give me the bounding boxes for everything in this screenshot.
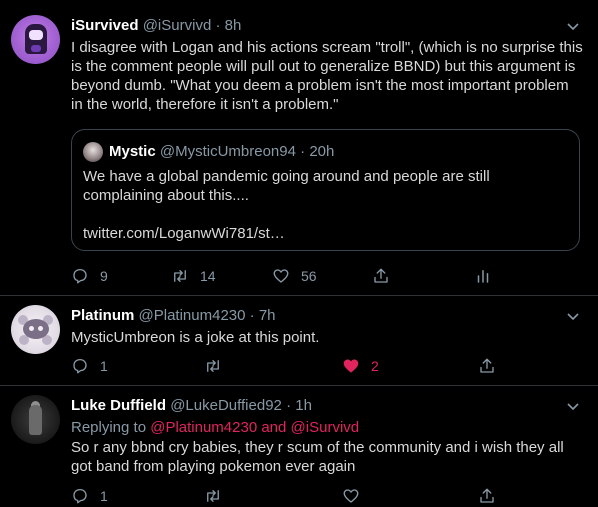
separator: · — [215, 17, 221, 34]
avatar-face — [29, 30, 43, 40]
like-icon — [273, 269, 289, 283]
avatar-figure — [23, 319, 49, 339]
reply-icon — [73, 488, 87, 504]
display-name[interactable]: Luke Duffield — [71, 397, 166, 414]
chevron-down-icon[interactable] — [565, 398, 581, 414]
avatar[interactable] — [11, 305, 60, 354]
quoted-tweet-text: We have a global pandemic going around a… — [83, 168, 490, 204]
reply-icon — [73, 268, 87, 284]
reply-count: 1 — [100, 358, 108, 374]
avatar[interactable] — [83, 142, 103, 162]
like-button[interactable]: 2 — [342, 356, 379, 376]
tweet-header: Luke Duffield @LukeDuffied92 · 1h — [71, 396, 568, 416]
chevron-down-icon[interactable] — [565, 308, 581, 324]
display-name[interactable]: Platinum — [71, 307, 134, 324]
timestamp[interactable]: 8h — [225, 17, 242, 34]
reply-button[interactable]: 1 — [71, 356, 108, 376]
reply-button[interactable]: 9 — [71, 266, 108, 286]
reply-count: 9 — [100, 268, 108, 284]
retweet-icon — [174, 270, 186, 282]
retweet-icon — [207, 360, 219, 372]
quoted-tweet[interactable]: Mystic @MysticUmbreon94 · 20h We have a … — [71, 129, 580, 251]
analytics-button[interactable] — [474, 266, 492, 286]
display-name: Mystic — [109, 143, 156, 160]
timestamp[interactable]: 7h — [259, 307, 276, 324]
replying-to: Replying to @Platinum4230 and @iSurvivd — [71, 418, 359, 437]
quoted-tweet-header: Mystic @MysticUmbreon94 · 20h — [109, 142, 334, 162]
tweet-header: Platinum @Platinum4230 · 7h — [71, 306, 568, 326]
separator: · — [286, 397, 292, 414]
timeline: iSurvived @iSurvivd · 8h I disagree with… — [0, 0, 598, 507]
avatar[interactable] — [11, 395, 60, 444]
like-icon-filled — [343, 359, 359, 373]
timestamp[interactable]: 1h — [295, 397, 312, 414]
user-handle: @MysticUmbreon94 — [159, 143, 296, 160]
quoted-tweet-link[interactable]: twitter.com/LoganwWi781/st… — [83, 224, 285, 243]
like-button[interactable] — [342, 486, 360, 506]
reply-count: 1 — [100, 488, 108, 504]
tweet-actions: 1 — [71, 486, 598, 506]
like-button[interactable]: 56 — [272, 266, 317, 286]
replying-prefix: Replying to — [71, 419, 151, 436]
avatar-eye — [29, 326, 34, 331]
avatar-accent — [31, 45, 41, 52]
chevron-down-icon[interactable] — [565, 18, 581, 34]
like-icon — [343, 489, 359, 503]
reply-button[interactable]: 1 — [71, 486, 108, 506]
replying-to-mentions[interactable]: @Platinum4230 and @iSurvivd — [150, 419, 359, 436]
user-handle[interactable]: @Platinum4230 — [139, 307, 246, 324]
share-icon — [480, 488, 494, 503]
share-button[interactable] — [478, 356, 496, 376]
tweet-actions: 9 14 56 — [71, 266, 598, 286]
avatar-figure — [29, 405, 42, 435]
avatar-eye — [38, 326, 43, 331]
separator: · — [249, 307, 255, 324]
analytics-icon — [477, 270, 489, 283]
tweet-header: iSurvived @iSurvivd · 8h — [71, 16, 568, 36]
tweet-text: So r any bbnd cry babies, they r scum of… — [71, 439, 564, 475]
reply-icon — [73, 358, 87, 374]
user-handle[interactable]: @LukeDuffied92 — [170, 397, 282, 414]
retweet-button[interactable]: 14 — [171, 266, 216, 286]
share-icon — [480, 358, 494, 373]
retweet-button[interactable] — [204, 486, 222, 506]
display-name[interactable]: iSurvived — [71, 17, 139, 34]
tweet-text: MysticUmbreon is a joke at this point. — [71, 329, 320, 346]
avatar[interactable] — [11, 15, 60, 64]
retweet-button[interactable] — [204, 356, 222, 376]
user-handle[interactable]: @iSurvivd — [143, 17, 212, 34]
tweet-actions: 1 2 — [71, 356, 598, 376]
like-count: 2 — [371, 358, 379, 374]
share-button[interactable] — [478, 486, 496, 506]
retweet-count: 14 — [200, 268, 216, 284]
like-count: 56 — [301, 268, 317, 284]
separator: · — [300, 143, 306, 160]
retweet-icon — [207, 490, 219, 502]
tweet-text: I disagree with Logan and his actions sc… — [71, 39, 583, 113]
share-icon — [374, 268, 388, 283]
timestamp: 20h — [309, 143, 335, 160]
share-button[interactable] — [372, 266, 390, 286]
